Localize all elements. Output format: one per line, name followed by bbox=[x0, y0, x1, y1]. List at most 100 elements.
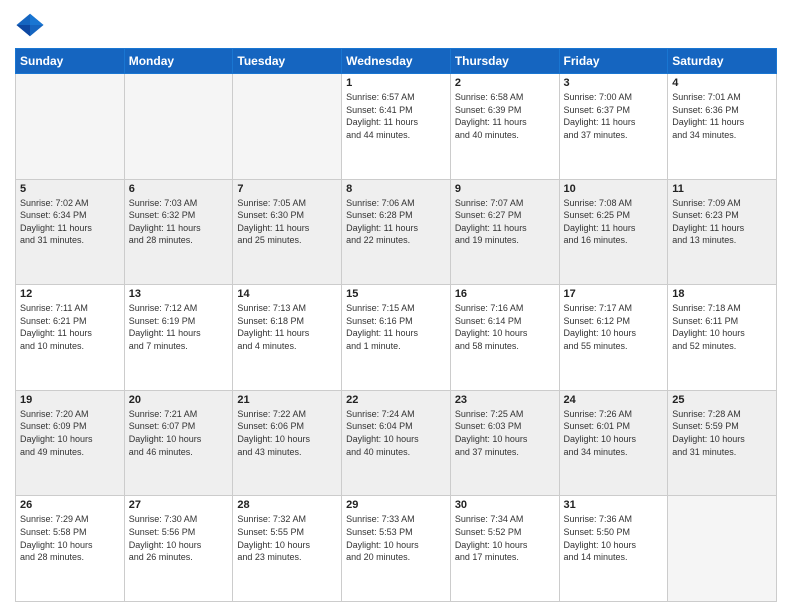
day-info: Sunrise: 7:17 AM Sunset: 6:12 PM Dayligh… bbox=[564, 302, 664, 352]
day-info: Sunrise: 7:28 AM Sunset: 5:59 PM Dayligh… bbox=[672, 408, 772, 458]
calendar-day-cell: 7 Sunrise: 7:05 AM Sunset: 6:30 PM Daylig… bbox=[233, 179, 342, 285]
day-number: 5 bbox=[20, 183, 120, 195]
calendar-day-cell: 22 Sunrise: 7:24 AM Sunset: 6:04 PM Dayli… bbox=[342, 390, 451, 496]
calendar-day-cell: 25 Sunrise: 7:28 AM Sunset: 5:59 PM Dayli… bbox=[668, 390, 777, 496]
day-number: 19 bbox=[20, 394, 120, 406]
calendar-day-header: Wednesday bbox=[342, 49, 451, 74]
calendar-day-cell: 13Sunrise: 7:12 AM Sunset: 6:19 PM Dayli… bbox=[124, 285, 233, 391]
calendar-day-cell: 16Sunrise: 7:16 AM Sunset: 6:14 PM Dayli… bbox=[450, 285, 559, 391]
calendar-day-header: Saturday bbox=[668, 49, 777, 74]
day-number: 4 bbox=[672, 77, 772, 89]
day-info: Sunrise: 6:58 AM Sunset: 6:39 PM Dayligh… bbox=[455, 91, 555, 141]
day-info: Sunrise: 7:07 AM Sunset: 6:27 PM Dayligh… bbox=[455, 197, 555, 247]
calendar-day-header: Tuesday bbox=[233, 49, 342, 74]
day-info: Sunrise: 7:26 AM Sunset: 6:01 PM Dayligh… bbox=[564, 408, 664, 458]
calendar-day-cell: 10 Sunrise: 7:08 AM Sunset: 6:25 PM Dayli… bbox=[559, 179, 668, 285]
calendar-day-cell: 26Sunrise: 7:29 AM Sunset: 5:58 PM Dayli… bbox=[16, 496, 125, 602]
calendar-table: SundayMondayTuesdayWednesdayThursdayFrid… bbox=[15, 48, 777, 602]
day-number: 9 bbox=[455, 183, 555, 195]
day-number: 14 bbox=[237, 288, 337, 300]
calendar-day-cell: 20Sunrise: 7:21 AM Sunset: 6:07 PM Dayli… bbox=[124, 390, 233, 496]
calendar-day-cell: 19 Sunrise: 7:20 AM Sunset: 6:09 PM Dayli… bbox=[16, 390, 125, 496]
calendar-day-cell: 12 Sunrise: 7:11 AM Sunset: 6:21 PM Dayli… bbox=[16, 285, 125, 391]
day-info: Sunrise: 7:34 AM Sunset: 5:52 PM Dayligh… bbox=[455, 513, 555, 563]
calendar-day-cell: 17Sunrise: 7:17 AM Sunset: 6:12 PM Dayli… bbox=[559, 285, 668, 391]
day-number: 6 bbox=[129, 183, 229, 195]
day-info: Sunrise: 6:57 AM Sunset: 6:41 PM Dayligh… bbox=[346, 91, 446, 141]
calendar-day-cell bbox=[16, 74, 125, 180]
calendar-day-cell: 29 Sunrise: 7:33 AM Sunset: 5:53 PM Dayli… bbox=[342, 496, 451, 602]
day-number: 23 bbox=[455, 394, 555, 406]
day-info: Sunrise: 7:05 AM Sunset: 6:30 PM Dayligh… bbox=[237, 197, 337, 247]
calendar-day-cell: 14 Sunrise: 7:13 AM Sunset: 6:18 PM Dayli… bbox=[233, 285, 342, 391]
calendar-day-cell: 30 Sunrise: 7:34 AM Sunset: 5:52 PM Dayli… bbox=[450, 496, 559, 602]
day-number: 10 bbox=[564, 183, 664, 195]
day-number: 25 bbox=[672, 394, 772, 406]
logo-icon bbox=[15, 10, 45, 40]
day-number: 28 bbox=[237, 499, 337, 511]
day-info: Sunrise: 7:13 AM Sunset: 6:18 PM Dayligh… bbox=[237, 302, 337, 352]
calendar-day-cell: 6Sunrise: 7:03 AM Sunset: 6:32 PM Daylig… bbox=[124, 179, 233, 285]
calendar-day-cell: 24 Sunrise: 7:26 AM Sunset: 6:01 PM Dayli… bbox=[559, 390, 668, 496]
day-number: 15 bbox=[346, 288, 446, 300]
day-number: 1 bbox=[346, 77, 446, 89]
calendar-day-cell bbox=[668, 496, 777, 602]
calendar-day-cell bbox=[233, 74, 342, 180]
day-info: Sunrise: 7:15 AM Sunset: 6:16 PM Dayligh… bbox=[346, 302, 446, 352]
calendar-day-header: Sunday bbox=[16, 49, 125, 74]
day-number: 11 bbox=[672, 183, 772, 195]
day-number: 16 bbox=[455, 288, 555, 300]
day-info: Sunrise: 7:11 AM Sunset: 6:21 PM Dayligh… bbox=[20, 302, 120, 352]
day-info: Sunrise: 7:08 AM Sunset: 6:25 PM Dayligh… bbox=[564, 197, 664, 247]
calendar-day-cell: 18 Sunrise: 7:18 AM Sunset: 6:11 PM Dayli… bbox=[668, 285, 777, 391]
day-number: 8 bbox=[346, 183, 446, 195]
day-number: 30 bbox=[455, 499, 555, 511]
day-number: 24 bbox=[564, 394, 664, 406]
day-info: Sunrise: 7:24 AM Sunset: 6:04 PM Dayligh… bbox=[346, 408, 446, 458]
calendar-day-cell: 2 Sunrise: 6:58 AM Sunset: 6:39 PM Daylig… bbox=[450, 74, 559, 180]
day-number: 18 bbox=[672, 288, 772, 300]
day-number: 2 bbox=[455, 77, 555, 89]
calendar-day-cell: 27 Sunrise: 7:30 AM Sunset: 5:56 PM Dayli… bbox=[124, 496, 233, 602]
calendar-day-cell: 9 Sunrise: 7:07 AM Sunset: 6:27 PM Daylig… bbox=[450, 179, 559, 285]
day-number: 29 bbox=[346, 499, 446, 511]
calendar-day-header: Monday bbox=[124, 49, 233, 74]
day-number: 31 bbox=[564, 499, 664, 511]
calendar-day-cell bbox=[124, 74, 233, 180]
day-info: Sunrise: 7:20 AM Sunset: 6:09 PM Dayligh… bbox=[20, 408, 120, 458]
calendar-day-cell: 1 Sunrise: 6:57 AM Sunset: 6:41 PM Daylig… bbox=[342, 74, 451, 180]
calendar-day-cell: 11 Sunrise: 7:09 AM Sunset: 6:23 PM Dayli… bbox=[668, 179, 777, 285]
calendar-day-cell: 15 Sunrise: 7:15 AM Sunset: 6:16 PM Dayli… bbox=[342, 285, 451, 391]
day-info: Sunrise: 7:09 AM Sunset: 6:23 PM Dayligh… bbox=[672, 197, 772, 247]
day-info: Sunrise: 7:02 AM Sunset: 6:34 PM Dayligh… bbox=[20, 197, 120, 247]
day-info: Sunrise: 7:00 AM Sunset: 6:37 PM Dayligh… bbox=[564, 91, 664, 141]
day-number: 21 bbox=[237, 394, 337, 406]
calendar-day-cell: 5 Sunrise: 7:02 AM Sunset: 6:34 PM Daylig… bbox=[16, 179, 125, 285]
header bbox=[15, 10, 777, 40]
day-number: 22 bbox=[346, 394, 446, 406]
day-info: Sunrise: 7:33 AM Sunset: 5:53 PM Dayligh… bbox=[346, 513, 446, 563]
calendar-day-cell: 31 Sunrise: 7:36 AM Sunset: 5:50 PM Dayli… bbox=[559, 496, 668, 602]
calendar-day-cell: 21Sunrise: 7:22 AM Sunset: 6:06 PM Dayli… bbox=[233, 390, 342, 496]
calendar-day-cell: 4Sunrise: 7:01 AM Sunset: 6:36 PM Daylig… bbox=[668, 74, 777, 180]
day-info: Sunrise: 7:29 AM Sunset: 5:58 PM Dayligh… bbox=[20, 513, 120, 563]
calendar-day-cell: 3 Sunrise: 7:00 AM Sunset: 6:37 PM Daylig… bbox=[559, 74, 668, 180]
day-info: Sunrise: 7:12 AM Sunset: 6:19 PM Dayligh… bbox=[129, 302, 229, 352]
calendar-day-header: Friday bbox=[559, 49, 668, 74]
logo bbox=[15, 10, 49, 40]
calendar-week-row: 19 Sunrise: 7:20 AM Sunset: 6:09 PM Dayli… bbox=[16, 390, 777, 496]
page: SundayMondayTuesdayWednesdayThursdayFrid… bbox=[0, 0, 792, 612]
day-number: 3 bbox=[564, 77, 664, 89]
day-number: 27 bbox=[129, 499, 229, 511]
day-info: Sunrise: 7:18 AM Sunset: 6:11 PM Dayligh… bbox=[672, 302, 772, 352]
day-number: 12 bbox=[20, 288, 120, 300]
calendar-week-row: 5 Sunrise: 7:02 AM Sunset: 6:34 PM Daylig… bbox=[16, 179, 777, 285]
day-number: 20 bbox=[129, 394, 229, 406]
day-info: Sunrise: 7:36 AM Sunset: 5:50 PM Dayligh… bbox=[564, 513, 664, 563]
day-info: Sunrise: 7:25 AM Sunset: 6:03 PM Dayligh… bbox=[455, 408, 555, 458]
day-info: Sunrise: 7:32 AM Sunset: 5:55 PM Dayligh… bbox=[237, 513, 337, 563]
day-number: 7 bbox=[237, 183, 337, 195]
day-info: Sunrise: 7:06 AM Sunset: 6:28 PM Dayligh… bbox=[346, 197, 446, 247]
calendar-header-row: SundayMondayTuesdayWednesdayThursdayFrid… bbox=[16, 49, 777, 74]
day-info: Sunrise: 7:30 AM Sunset: 5:56 PM Dayligh… bbox=[129, 513, 229, 563]
